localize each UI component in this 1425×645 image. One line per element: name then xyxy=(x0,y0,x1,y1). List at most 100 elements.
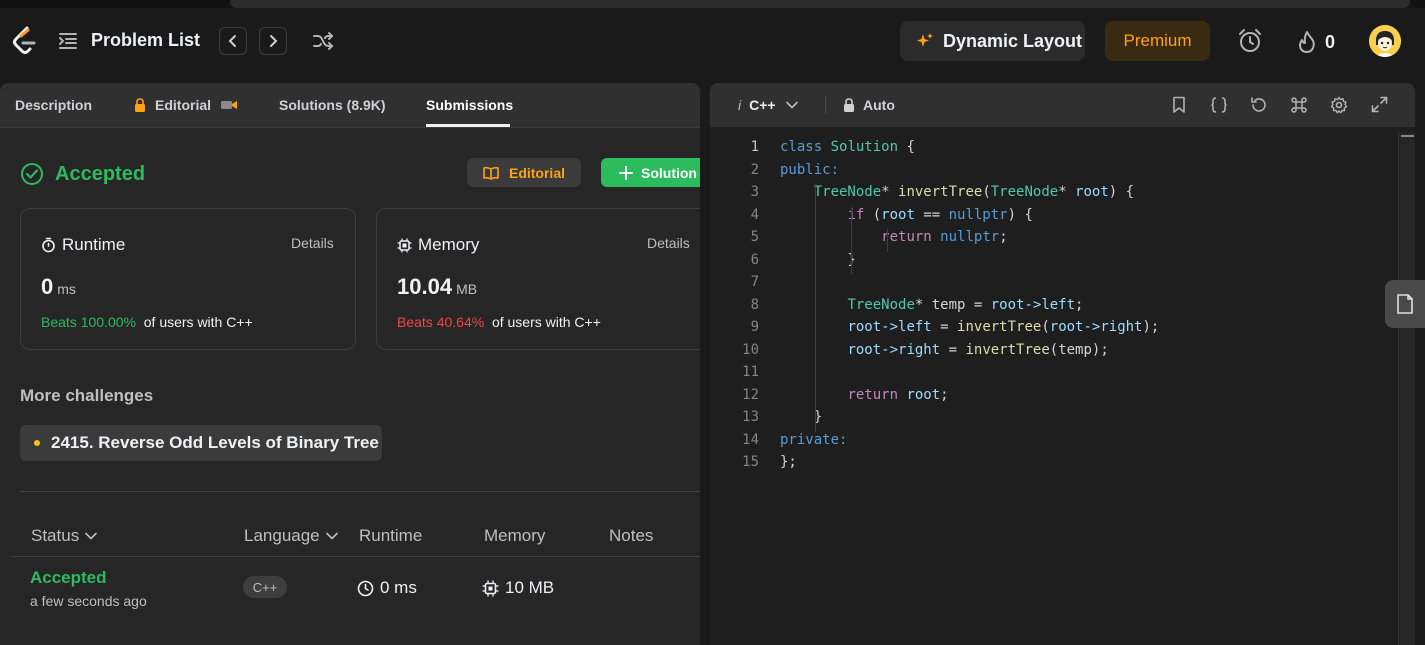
code-line[interactable]: 2 public: xyxy=(710,162,1400,185)
prev-problem-button[interactable] xyxy=(219,27,247,55)
line-number: 8 xyxy=(750,296,759,313)
code-text: root->left = invertTree(root->right); xyxy=(847,319,1160,335)
next-problem-button[interactable] xyxy=(259,27,287,55)
code-line[interactable]: 13 } xyxy=(710,409,1400,432)
runtime-details-link[interactable]: Details xyxy=(291,235,334,251)
memory-card[interactable]: Memory Details 10.04 MB Beats 40.64% of u… xyxy=(376,208,700,350)
note-icon xyxy=(1397,294,1413,314)
reset-icon[interactable] xyxy=(1250,96,1268,114)
code-line[interactable]: 9 root->left = invertTree(root->right); xyxy=(710,319,1400,342)
lock-icon xyxy=(134,98,146,112)
video-icon xyxy=(221,99,237,111)
code-text: return root; xyxy=(847,386,949,403)
format-braces-icon[interactable] xyxy=(1210,96,1228,114)
problem-list-icon[interactable] xyxy=(58,32,78,50)
left-panel: Description Editorial Solutions (8.9K) S… xyxy=(0,83,700,645)
status-label: Accepted xyxy=(55,162,146,185)
chevron-down-icon xyxy=(325,532,338,540)
code-line[interactable]: 12 return root; xyxy=(710,387,1400,410)
challenge-link[interactable]: 2415. Reverse Odd Levels of Binary Tree xyxy=(20,425,382,461)
code-line[interactable]: 4 if (root == nullptr) { xyxy=(710,207,1400,230)
runtime-unit: ms xyxy=(57,281,76,297)
code-line[interactable]: 7 xyxy=(710,274,1400,297)
line-number: 12 xyxy=(742,386,759,403)
challenge-title: 2415. Reverse Odd Levels of Binary Tree xyxy=(51,433,379,452)
code-line[interactable]: 15}; xyxy=(710,454,1400,477)
solution-button[interactable]: Solution xyxy=(601,158,700,187)
line-number: 13 xyxy=(742,409,759,425)
editorial-button[interactable]: Editorial xyxy=(467,158,581,187)
streak-fire-icon[interactable] xyxy=(1297,30,1317,54)
memory-value: 10.04 MB xyxy=(397,274,477,300)
indent-guide xyxy=(887,229,888,252)
status-header-label: Status xyxy=(31,526,80,545)
language-column-header[interactable]: Language xyxy=(244,526,338,546)
line-number: 14 xyxy=(742,431,759,448)
code-line[interactable]: 6 } xyxy=(710,252,1400,275)
line-number: 9 xyxy=(750,319,759,335)
code-line[interactable]: 10 root->right = invertTree(temp); xyxy=(710,342,1400,365)
line-number: 11 xyxy=(742,364,759,380)
runtime-title-label: Runtime xyxy=(62,235,126,254)
memory-beats: Beats 40.64% of users with C++ xyxy=(397,314,601,330)
editor-scrollbar[interactable] xyxy=(1398,133,1415,645)
toolbar-separator xyxy=(825,96,826,114)
tab-submissions[interactable]: Submissions xyxy=(426,97,513,113)
alarm-clock-icon[interactable] xyxy=(1236,27,1264,55)
leetcode-logo-icon[interactable] xyxy=(12,26,38,56)
line-number: 4 xyxy=(750,206,759,223)
submission-status: Accepted xyxy=(20,162,145,186)
notes-side-tab[interactable] xyxy=(1385,280,1425,328)
lock-icon xyxy=(844,98,854,112)
tab-editorial[interactable]: Editorial xyxy=(155,97,211,113)
clock-icon xyxy=(357,580,374,596)
runtime-column-header: Runtime xyxy=(359,526,423,545)
row-memory-value: 10 MB xyxy=(505,578,555,597)
code-text: public: xyxy=(780,161,840,178)
bookmark-icon[interactable] xyxy=(1172,96,1186,114)
line-number: 2 xyxy=(750,161,759,178)
settings-gear-icon[interactable] xyxy=(1330,96,1348,114)
code-line[interactable]: 11 xyxy=(710,364,1400,387)
premium-button[interactable]: Premium xyxy=(1105,21,1210,61)
dynamic-layout-button[interactable]: Dynamic Layout xyxy=(900,21,1085,61)
shortcuts-command-icon[interactable] xyxy=(1290,96,1308,114)
auto-mode-label: Auto xyxy=(863,97,895,113)
row-runtime-value: 0 ms xyxy=(380,578,417,597)
code-text: private: xyxy=(780,431,848,448)
code-text: if (root == nullptr) { xyxy=(847,206,1033,223)
memory-details-link[interactable]: Details xyxy=(647,235,690,251)
tab-description[interactable]: Description xyxy=(15,97,92,113)
status-column-header[interactable]: Status xyxy=(31,526,98,546)
code-line[interactable]: 5 return nullptr; xyxy=(710,229,1400,252)
row-status[interactable]: Accepted xyxy=(30,568,107,588)
line-number: 1 xyxy=(750,139,759,155)
avatar[interactable] xyxy=(1369,25,1401,57)
tab-solutions[interactable]: Solutions (8.9K) xyxy=(279,97,386,113)
problem-list-link[interactable]: Problem List xyxy=(91,30,200,51)
code-line[interactable]: 1 class Solution { xyxy=(710,139,1400,162)
code-line[interactable]: 3 TreeNode* invertTree(TreeNode* root) { xyxy=(710,184,1400,207)
shuffle-icon[interactable] xyxy=(312,31,334,51)
expand-icon[interactable] xyxy=(1371,96,1388,113)
memory-beats-suffix: of users with C++ xyxy=(491,314,601,330)
top-nav xyxy=(0,0,1425,74)
editor-toolbar: i C++ Auto xyxy=(710,83,1415,127)
row-memory: 10 MB xyxy=(482,578,554,598)
row-runtime: 0 ms xyxy=(357,578,417,598)
code-text: TreeNode* invertTree(TreeNode* root) { xyxy=(813,184,1135,200)
memory-number: 10.04 xyxy=(397,274,453,299)
code-line[interactable]: 14 private: xyxy=(710,432,1400,455)
line-number: 7 xyxy=(750,274,759,290)
runtime-beats: Beats 100.00% of users with C++ xyxy=(41,314,253,330)
book-icon xyxy=(483,166,499,180)
code-line[interactable]: 8 TreeNode* temp = root->left; xyxy=(710,297,1400,320)
runtime-beats-pct: Beats 100.00% xyxy=(41,314,136,330)
code-text: root->right = invertTree(temp); xyxy=(847,341,1109,358)
chevron-right-icon xyxy=(270,35,278,47)
language-select[interactable]: i C++ xyxy=(738,97,798,113)
auto-mode-toggle[interactable]: Auto xyxy=(843,97,895,113)
memory-unit: MB xyxy=(456,281,478,297)
runtime-card[interactable]: Runtime Details 0 ms Beats 100.00% of use… xyxy=(20,208,356,350)
line-number: 3 xyxy=(750,184,759,200)
